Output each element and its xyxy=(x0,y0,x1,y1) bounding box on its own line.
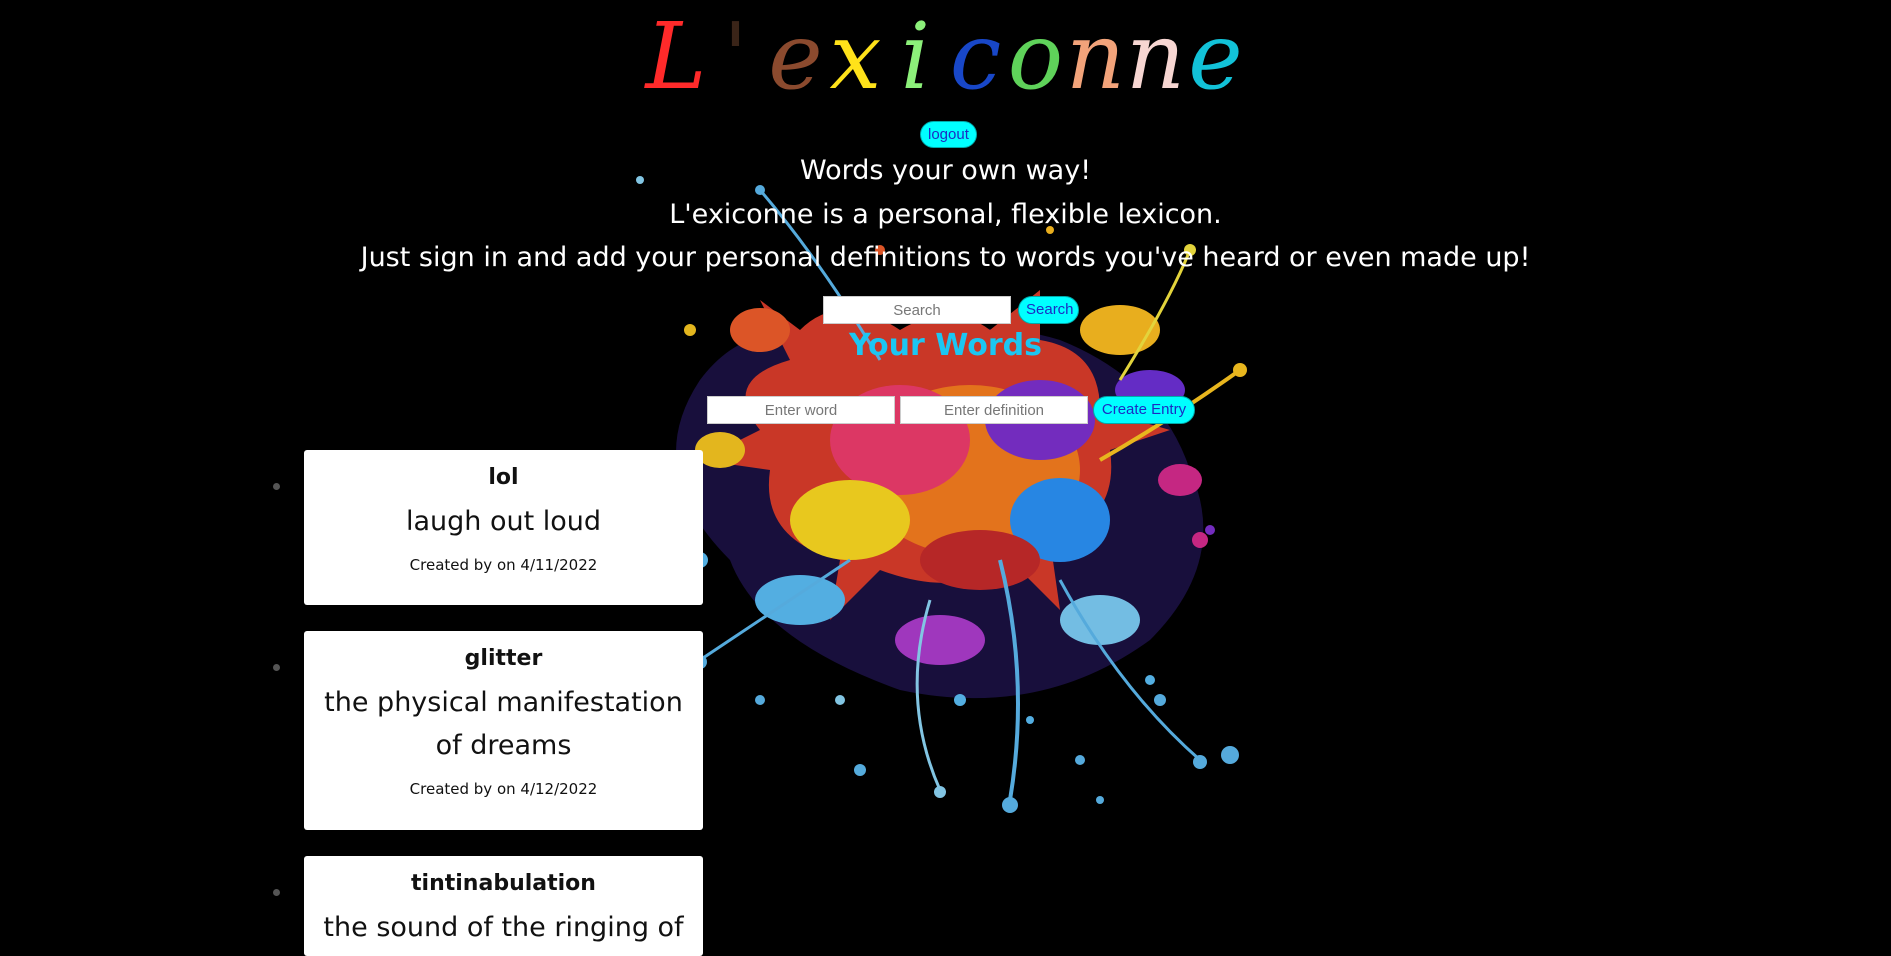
logo-letter: i xyxy=(900,3,931,110)
word-card: tintinabulation the sound of the ringing… xyxy=(304,856,703,956)
word-definition: the physical manifestation of dreams xyxy=(324,687,683,761)
word-title: tintinabulation xyxy=(411,871,596,896)
word-input[interactable] xyxy=(707,396,895,424)
list-bullet xyxy=(273,889,280,896)
logo-letter: x xyxy=(829,3,882,110)
logo-letter: ' xyxy=(722,3,749,110)
logo-letter: n xyxy=(1125,3,1186,110)
definition-input[interactable] xyxy=(900,396,1088,424)
tagline-instructions: Just sign in and add your personal defin… xyxy=(360,242,1531,273)
word-definition: the sound of the ringing of xyxy=(323,912,684,943)
search-input[interactable] xyxy=(823,296,1011,324)
word-created: Created by on 4/12/2022 xyxy=(409,780,598,798)
word-title: glitter xyxy=(464,646,543,671)
logo-letter: c xyxy=(949,3,1002,110)
logo-letter: e xyxy=(1188,3,1243,110)
word-created: Created by on 4/11/2022 xyxy=(409,556,598,574)
logo-letter: e xyxy=(768,3,823,110)
logo-letter: o xyxy=(1007,3,1064,110)
logo-letter: L xyxy=(645,3,707,110)
list-bullet xyxy=(273,483,280,490)
page-content: L ' ex i conne logout Words your own way! L'… xyxy=(0,0,1891,956)
word-card: glitter the physical manifestation of dr… xyxy=(304,631,703,830)
app-logo: L ' ex i conne xyxy=(0,2,1891,112)
search-button[interactable]: Search xyxy=(1018,296,1079,324)
create-entry-button[interactable]: Create Entry xyxy=(1093,396,1195,424)
tagline-heading: Words your own way! xyxy=(799,155,1092,186)
logo-letter: n xyxy=(1065,3,1126,110)
tagline-description: L'exiconne is a personal, flexible lexic… xyxy=(669,199,1222,230)
section-title: Your Words xyxy=(849,328,1042,363)
logout-button[interactable]: logout xyxy=(920,121,977,148)
word-definition: laugh out loud xyxy=(405,506,602,537)
list-bullet xyxy=(273,664,280,671)
word-card: lol laugh out loud Created by on 4/11/20… xyxy=(304,450,703,605)
word-title: lol xyxy=(488,465,519,490)
